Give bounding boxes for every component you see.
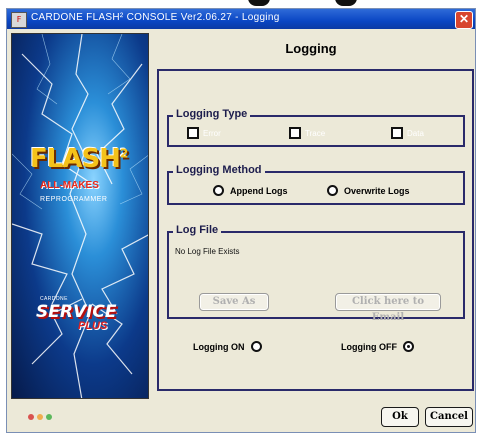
- radio-append-logs[interactable]: Append Logs: [213, 185, 288, 196]
- app-icon[interactable]: F: [11, 12, 27, 28]
- log-file-legend: Log File: [173, 224, 222, 236]
- top-bracket: [248, 0, 270, 6]
- radio-circle[interactable]: [327, 185, 338, 196]
- service-logo: SERVICE: [36, 302, 117, 322]
- logging-panel: Logging Type Error Trace Data Logging Me…: [157, 69, 474, 391]
- radio-label: Overwrite Logs: [344, 185, 410, 196]
- log-file-group: Log File No Log File Exists Save As Clic…: [167, 224, 465, 323]
- checkbox-data[interactable]: Data: [391, 127, 424, 139]
- status-indicator: [28, 414, 52, 420]
- log-file-status: No Log File Exists: [175, 247, 240, 256]
- radio-label: Logging OFF: [341, 341, 397, 352]
- logging-method-group: Logging Method Append Logs Overwrite Log…: [167, 164, 465, 205]
- checkbox-trace[interactable]: Trace: [289, 127, 325, 139]
- all-makes-label: ALL-MAKES: [40, 180, 99, 191]
- title-bar[interactable]: F CARDONE FLASH² CONSOLE Ver2.06.27 - Lo…: [7, 9, 475, 29]
- brand-panel: FLASH2 ALL-MAKES REPROGRAMMER CARDONE SE…: [11, 33, 149, 399]
- checkbox-error[interactable]: Error: [187, 127, 221, 139]
- checkbox-box[interactable]: [391, 127, 403, 139]
- radio-circle[interactable]: [250, 341, 262, 352]
- radio-circle[interactable]: [213, 185, 224, 196]
- ok-button[interactable]: Ok: [381, 407, 419, 427]
- logging-window: F CARDONE FLASH² CONSOLE Ver2.06.27 - Lo…: [6, 8, 476, 433]
- status-dot-red: [28, 414, 34, 420]
- radio-label: Logging ON: [193, 341, 245, 352]
- checkbox-box[interactable]: [289, 127, 301, 139]
- cancel-button[interactable]: Cancel: [425, 407, 473, 427]
- top-strip: [0, 0, 483, 8]
- radio-overwrite-logs[interactable]: Overwrite Logs: [327, 185, 410, 196]
- save-as-button[interactable]: Save As: [199, 293, 269, 311]
- checkbox-label: Data: [407, 128, 424, 138]
- flash-logo: FLASH2: [30, 144, 128, 174]
- email-log-button[interactable]: Click here to Email: [335, 293, 441, 323]
- logging-type-legend: Logging Type: [173, 108, 251, 120]
- radio-circle-selected[interactable]: [402, 341, 414, 352]
- checkbox-label: Error: [203, 128, 221, 138]
- reprogrammer-label: REPROGRAMMER: [40, 196, 108, 203]
- window-title: CARDONE FLASH² CONSOLE Ver2.06.27 - Logg…: [31, 12, 280, 23]
- lightning-graphic: [12, 34, 148, 398]
- page-title: Logging: [285, 41, 337, 56]
- logging-method-legend: Logging Method: [173, 164, 265, 176]
- close-icon[interactable]: ✕: [455, 11, 473, 29]
- plus-logo: PLUS: [78, 320, 108, 332]
- checkbox-label: Trace: [305, 128, 326, 138]
- radio-label: Append Logs: [230, 185, 288, 196]
- logging-type-group: Logging Type Error Trace Data: [167, 108, 465, 147]
- radio-logging-on[interactable]: Logging ON: [193, 341, 262, 352]
- top-bracket: [335, 0, 357, 6]
- radio-logging-off[interactable]: Logging OFF: [341, 341, 414, 352]
- checkbox-box[interactable]: [187, 127, 199, 139]
- status-dot-green: [46, 414, 52, 420]
- status-dot-amber: [37, 414, 43, 420]
